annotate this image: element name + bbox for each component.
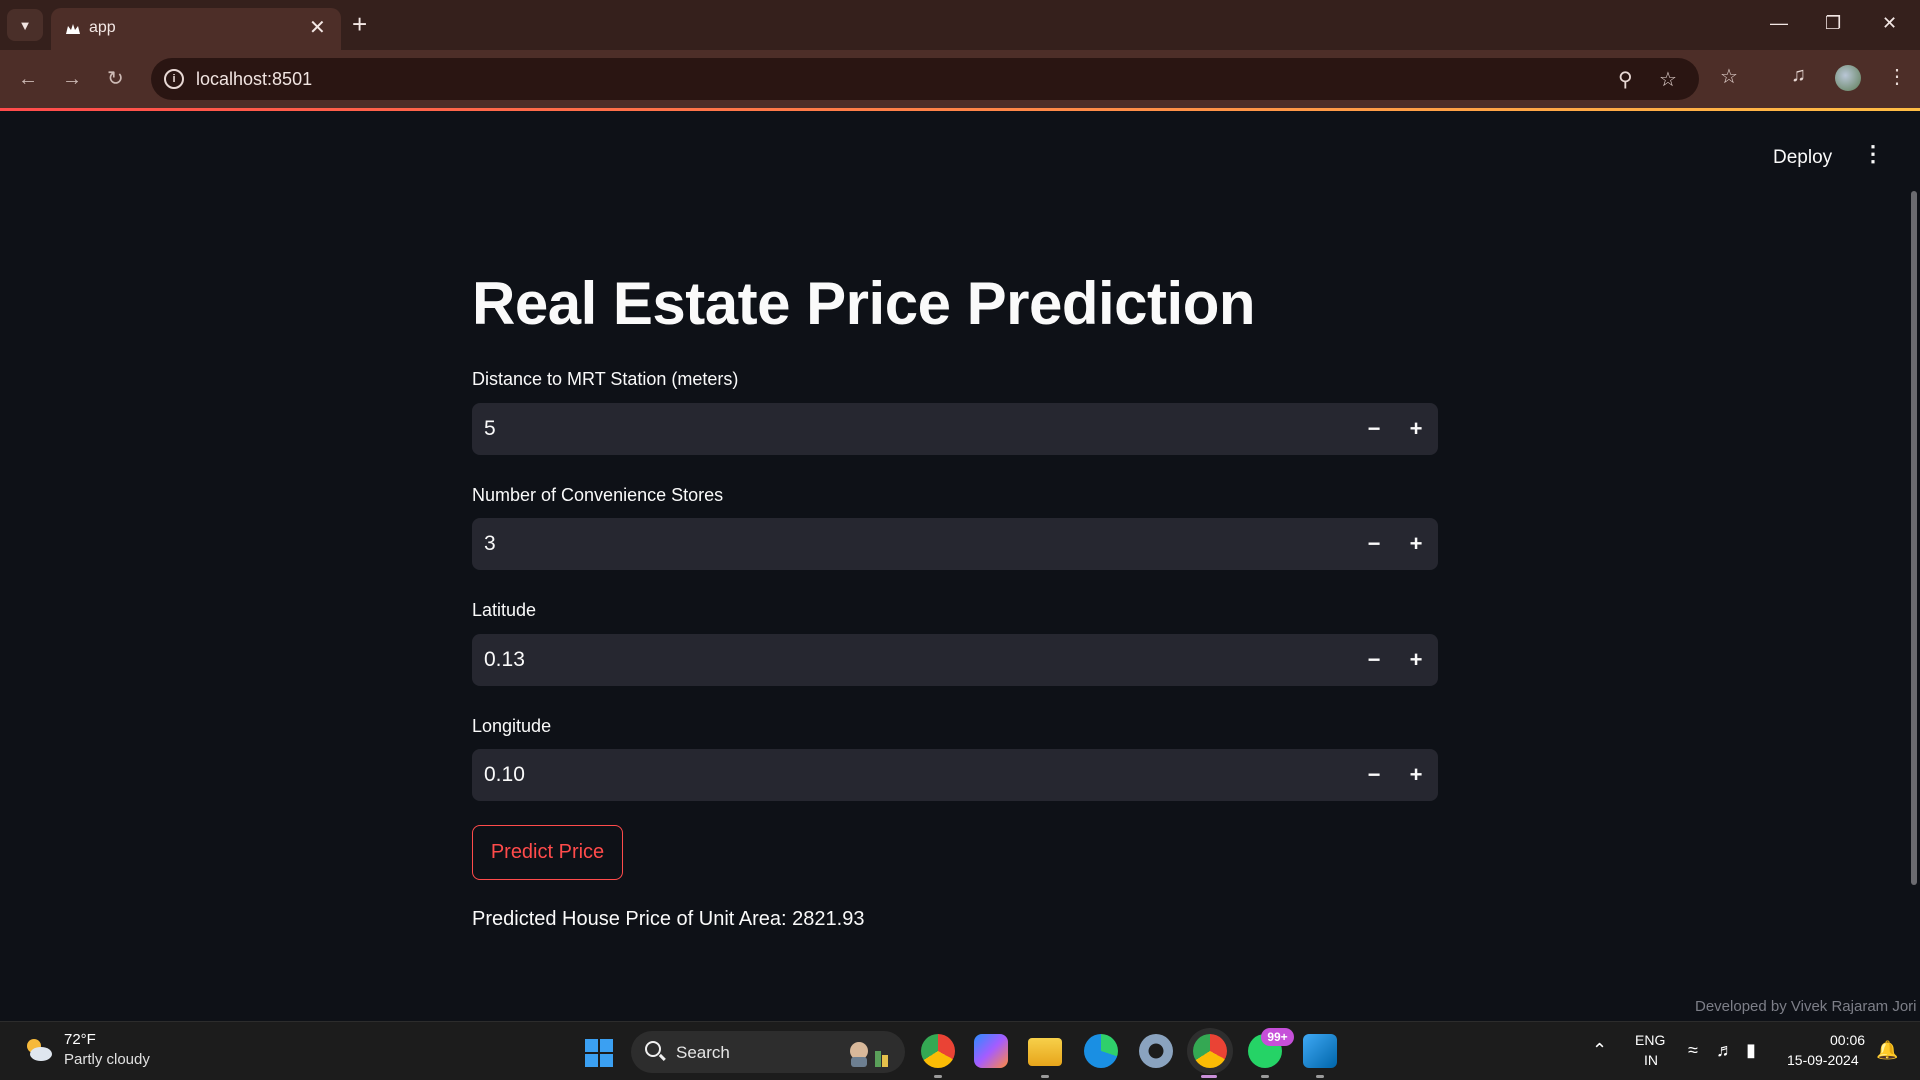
new-tab-icon[interactable]: + bbox=[352, 9, 367, 39]
language-indicator-top[interactable]: ENG bbox=[1635, 1032, 1665, 1048]
search-highlight-icon bbox=[850, 1042, 888, 1067]
copilot-icon[interactable] bbox=[974, 1034, 1008, 1068]
windows-start-icon[interactable] bbox=[585, 1039, 613, 1067]
wifi-icon[interactable]: ≈ bbox=[1688, 1040, 1698, 1061]
convenience-stores-value[interactable]: 3 bbox=[484, 532, 496, 556]
bookmark-star-icon[interactable]: ☆ bbox=[1659, 67, 1677, 92]
battery-icon[interactable]: ▮ bbox=[1746, 1040, 1756, 1061]
clock-date[interactable]: 15-09-2024 bbox=[1787, 1052, 1859, 1068]
profile-avatar[interactable] bbox=[1835, 65, 1861, 91]
taskbar: 72°F Partly cloudy Search 99+ ⌃ ENG IN ≈… bbox=[0, 1021, 1920, 1080]
distance-mrt-label: Distance to MRT Station (meters) bbox=[472, 369, 739, 389]
footer-credit: Developed by Vivek Rajaram Jori bbox=[1695, 998, 1917, 1015]
latitude-input[interactable]: 0.13 − + bbox=[472, 634, 1438, 686]
latitude-label: Latitude bbox=[472, 600, 537, 620]
close-tab-icon[interactable]: ✕ bbox=[309, 16, 326, 40]
browser-toolbar: ← → ↻ i localhost:8501 ⚲ ☆ ☆ ♫ ⋮ bbox=[0, 50, 1920, 108]
file-explorer-icon[interactable] bbox=[1028, 1038, 1062, 1066]
minimize-icon[interactable]: — bbox=[1770, 8, 1788, 38]
convenience-stores-input[interactable]: 3 − + bbox=[472, 518, 1438, 570]
vscode-icon[interactable] bbox=[1303, 1034, 1337, 1068]
show-hidden-icons-icon[interactable]: ⌃ bbox=[1592, 1040, 1607, 1061]
chevron-down-icon: ▼ bbox=[18, 17, 32, 33]
distance-mrt-decrement-button[interactable]: − bbox=[1352, 403, 1396, 455]
latitude-decrement-button[interactable]: − bbox=[1352, 634, 1396, 686]
page-title: Real Estate Price Prediction bbox=[472, 270, 1256, 337]
weather-temperature[interactable]: 72°F bbox=[64, 1031, 96, 1048]
taskbar-search-label: Search bbox=[676, 1043, 730, 1062]
browser-tab-bar: ▼ app ✕ + — ❐ ✕ bbox=[0, 0, 1920, 50]
weather-description[interactable]: Partly cloudy bbox=[64, 1051, 150, 1068]
search-icon bbox=[645, 1041, 661, 1057]
zoom-icon[interactable]: ⚲ bbox=[1618, 67, 1633, 92]
clock-time[interactable]: 00:06 bbox=[1830, 1032, 1865, 1048]
close-window-icon[interactable]: ✕ bbox=[1882, 8, 1897, 38]
longitude-input[interactable]: 0.10 − + bbox=[472, 749, 1438, 801]
chrome-icon[interactable] bbox=[921, 1034, 955, 1068]
address-bar[interactable]: i localhost:8501 ⚲ ☆ bbox=[151, 58, 1699, 100]
deploy-button[interactable]: Deploy bbox=[1773, 147, 1832, 169]
running-indicator bbox=[1316, 1075, 1324, 1078]
site-info-icon[interactable]: i bbox=[164, 69, 184, 89]
distance-mrt-input[interactable]: 5 − + bbox=[472, 403, 1438, 455]
running-indicator bbox=[1261, 1075, 1269, 1078]
predict-price-button[interactable]: Predict Price bbox=[472, 825, 623, 880]
notification-bell-icon[interactable]: 🔔 bbox=[1876, 1040, 1898, 1061]
scrollbar[interactable] bbox=[1911, 191, 1917, 885]
partly-cloudy-icon bbox=[27, 1039, 52, 1061]
reload-icon[interactable]: ↻ bbox=[107, 65, 124, 93]
convenience-stores-increment-button[interactable]: + bbox=[1394, 518, 1438, 570]
tab-title: app bbox=[89, 19, 116, 36]
app-viewport: Deploy ⋮ Real Estate Price Prediction Di… bbox=[0, 111, 1920, 1021]
url-text[interactable]: localhost:8501 bbox=[196, 69, 312, 90]
back-icon[interactable]: ← bbox=[18, 65, 38, 93]
forward-icon[interactable]: → bbox=[62, 65, 82, 93]
main-menu-icon[interactable]: ⋮ bbox=[1862, 141, 1884, 167]
prediction-result: Predicted House Price of Unit Area: 2821… bbox=[472, 908, 865, 930]
longitude-value[interactable]: 0.10 bbox=[484, 763, 525, 787]
chrome-active-icon[interactable] bbox=[1193, 1034, 1227, 1068]
language-indicator-bottom[interactable]: IN bbox=[1644, 1052, 1658, 1068]
distance-mrt-increment-button[interactable]: + bbox=[1394, 403, 1438, 455]
running-indicator bbox=[934, 1075, 942, 1078]
distance-mrt-value[interactable]: 5 bbox=[484, 417, 496, 441]
settings-icon[interactable] bbox=[1139, 1034, 1173, 1068]
latitude-increment-button[interactable]: + bbox=[1394, 634, 1438, 686]
whatsapp-badge: 99+ bbox=[1261, 1028, 1294, 1046]
streamlit-crown-icon bbox=[66, 24, 80, 34]
restore-icon[interactable]: ❐ bbox=[1825, 8, 1841, 38]
longitude-label: Longitude bbox=[472, 716, 552, 736]
active-indicator bbox=[1201, 1075, 1217, 1078]
taskbar-search[interactable]: Search bbox=[631, 1031, 905, 1073]
latitude-value[interactable]: 0.13 bbox=[484, 648, 525, 672]
convenience-stores-decrement-button[interactable]: − bbox=[1352, 518, 1396, 570]
tab-search-button[interactable]: ▼ bbox=[7, 9, 43, 41]
media-control-icon[interactable]: ♫ bbox=[1791, 64, 1806, 87]
browser-tab[interactable]: app ✕ bbox=[51, 8, 341, 50]
running-indicator bbox=[1041, 1075, 1049, 1078]
browser-menu-icon[interactable]: ⋮ bbox=[1887, 64, 1907, 89]
convenience-stores-label: Number of Convenience Stores bbox=[472, 485, 724, 505]
longitude-increment-button[interactable]: + bbox=[1394, 749, 1438, 801]
favorites-icon[interactable]: ☆ bbox=[1720, 64, 1738, 89]
edge-icon[interactable] bbox=[1084, 1034, 1118, 1068]
volume-icon[interactable]: ♬ bbox=[1716, 1040, 1734, 1061]
longitude-decrement-button[interactable]: − bbox=[1352, 749, 1396, 801]
